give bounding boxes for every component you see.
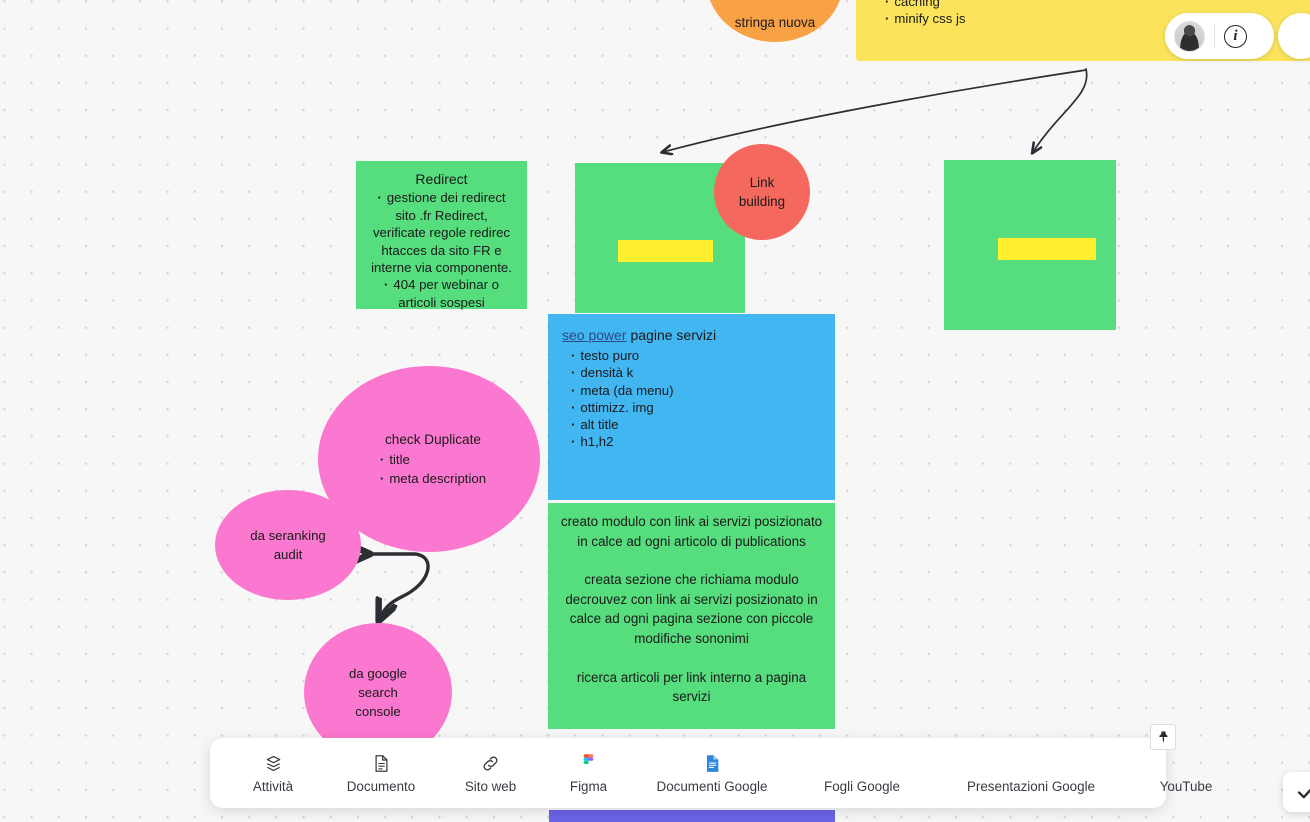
toolbar-item-documento[interactable]: Documento [324, 738, 438, 808]
purple-note-partial[interactable] [549, 810, 835, 822]
toolbar-item-label: Documenti Google [656, 778, 768, 794]
check-icon [1297, 788, 1310, 799]
note-seo-bullet: densità k [562, 364, 821, 381]
pin-icon [1158, 731, 1168, 743]
note-seo-heading-rest: pagine servizi [626, 327, 717, 343]
note-seo-heading: seo power pagine servizi [562, 327, 821, 344]
arrow-duplicate-to-seranking [367, 554, 430, 618]
document-icon [373, 753, 390, 775]
google-docs-icon [705, 753, 720, 775]
note-modulo-paragraph: creato modulo con link ai servizi posizi… [560, 514, 823, 549]
ellipse-check-duplicate-body: check Duplicate title meta description [372, 430, 486, 488]
note-redirect[interactable]: Redirect gestione dei redirect sito .fr … [356, 161, 527, 311]
user-avatar[interactable] [1174, 20, 1205, 52]
note-modulo-paragraph: creata sezione che richiama modulo decro… [565, 572, 818, 646]
note-modulo-paragraph: ricerca articoli per link interno a pagi… [576, 669, 807, 705]
note-seo-bullet: testo puro [562, 347, 821, 364]
ellipse-check-duplicate-bullet: title [380, 450, 486, 469]
note-modulo-link-servizi[interactable]: creato modulo con link ai servizi posizi… [548, 503, 835, 729]
note-seo-bullet: meta (da menu) [562, 382, 821, 399]
toolbar-item-sito-web[interactable]: Sito web [438, 738, 543, 808]
seo-power-link[interactable]: seo power [562, 327, 627, 343]
toolbar-item-attivita[interactable]: Attività [222, 738, 324, 808]
toolbar-item-label: Presentazioni Google [966, 778, 1096, 794]
highlight-bar [998, 238, 1096, 260]
toolbar-item-label: Figma [569, 778, 608, 794]
ellipse-stringa-nuova-line-0: stringa nuova [734, 15, 816, 30]
ellipse-link-building[interactable]: Link building [714, 144, 810, 240]
note-redirect-title: Redirect [415, 171, 468, 187]
ellipse-gsc-line-2: console [355, 703, 401, 719]
arrow-to-green-mid [663, 69, 1087, 152]
note-green-right[interactable] [944, 160, 1116, 330]
ellipse-check-duplicate-bullet: meta description [380, 469, 486, 488]
ellipse-gsc-line-0: da google [349, 665, 407, 681]
toolbar-item-fogli-google[interactable]: Fogli Google [790, 738, 934, 808]
user-presence-pill[interactable]: i [1165, 13, 1274, 59]
ellipse-stringa-nuova[interactable]: stringa nuova [707, 0, 843, 42]
ellipse-da-seranking-audit[interactable]: da seranking audit [215, 490, 361, 600]
pin-button[interactable] [1150, 724, 1176, 750]
toolbar-item-presentazioni-google[interactable]: Presentazioni Google [934, 738, 1128, 808]
toolbar-item-label: Attività [252, 778, 294, 794]
toolbar-item-figma[interactable]: Figma [543, 738, 634, 808]
ellipse-link-building-line-0: Link [749, 175, 775, 190]
ellipse-seranking-line-1: audit [273, 547, 303, 562]
arrow-to-green-right [1033, 68, 1088, 152]
figma-icon [582, 753, 595, 775]
toolbar-item-documenti-google[interactable]: Documenti Google [634, 738, 790, 808]
attachment-toolbar[interactable]: Attività Documento Sito web Figma Docume… [210, 738, 1212, 808]
layers-icon [264, 753, 283, 775]
ellipse-gsc-line-1: search [358, 684, 398, 700]
whiteboard-canvas[interactable]: stringa nuova modifi per avere meta "las… [0, 0, 1310, 822]
link-icon [481, 753, 500, 775]
toolbar-item-youtube[interactable]: YouTube [1128, 738, 1244, 808]
ellipse-seranking-line-0: da seranking [250, 528, 326, 543]
toolbar-item-label: YouTube [1159, 778, 1213, 794]
toolbar-item-label: Sito web [464, 778, 517, 794]
ellipse-link-building-line-1: building [738, 194, 786, 209]
note-bullet: caching [882, 0, 1294, 11]
info-icon[interactable]: i [1224, 24, 1247, 48]
toolbar-item-label: Documento [346, 778, 416, 794]
note-seo-bullet: h1,h2 [562, 433, 821, 450]
note-seo-bullet: alt title [562, 416, 821, 433]
highlight-bar [618, 240, 713, 262]
note-redirect-bullet: gestione dei redirect sito .fr Redirect,… [368, 189, 515, 276]
note-redirect-bullet: 404 per webinar o articoli sospesi [368, 276, 515, 311]
toolbar-item-label: Fogli Google [824, 778, 900, 794]
confirm-button[interactable] [1283, 772, 1310, 812]
note-seo-power[interactable]: seo power pagine servizi testo puro dens… [548, 314, 835, 500]
ellipse-check-duplicate-title: check Duplicate [385, 432, 481, 447]
pill-divider [1214, 23, 1215, 49]
note-seo-bullet: ottimizz. img [562, 399, 821, 416]
